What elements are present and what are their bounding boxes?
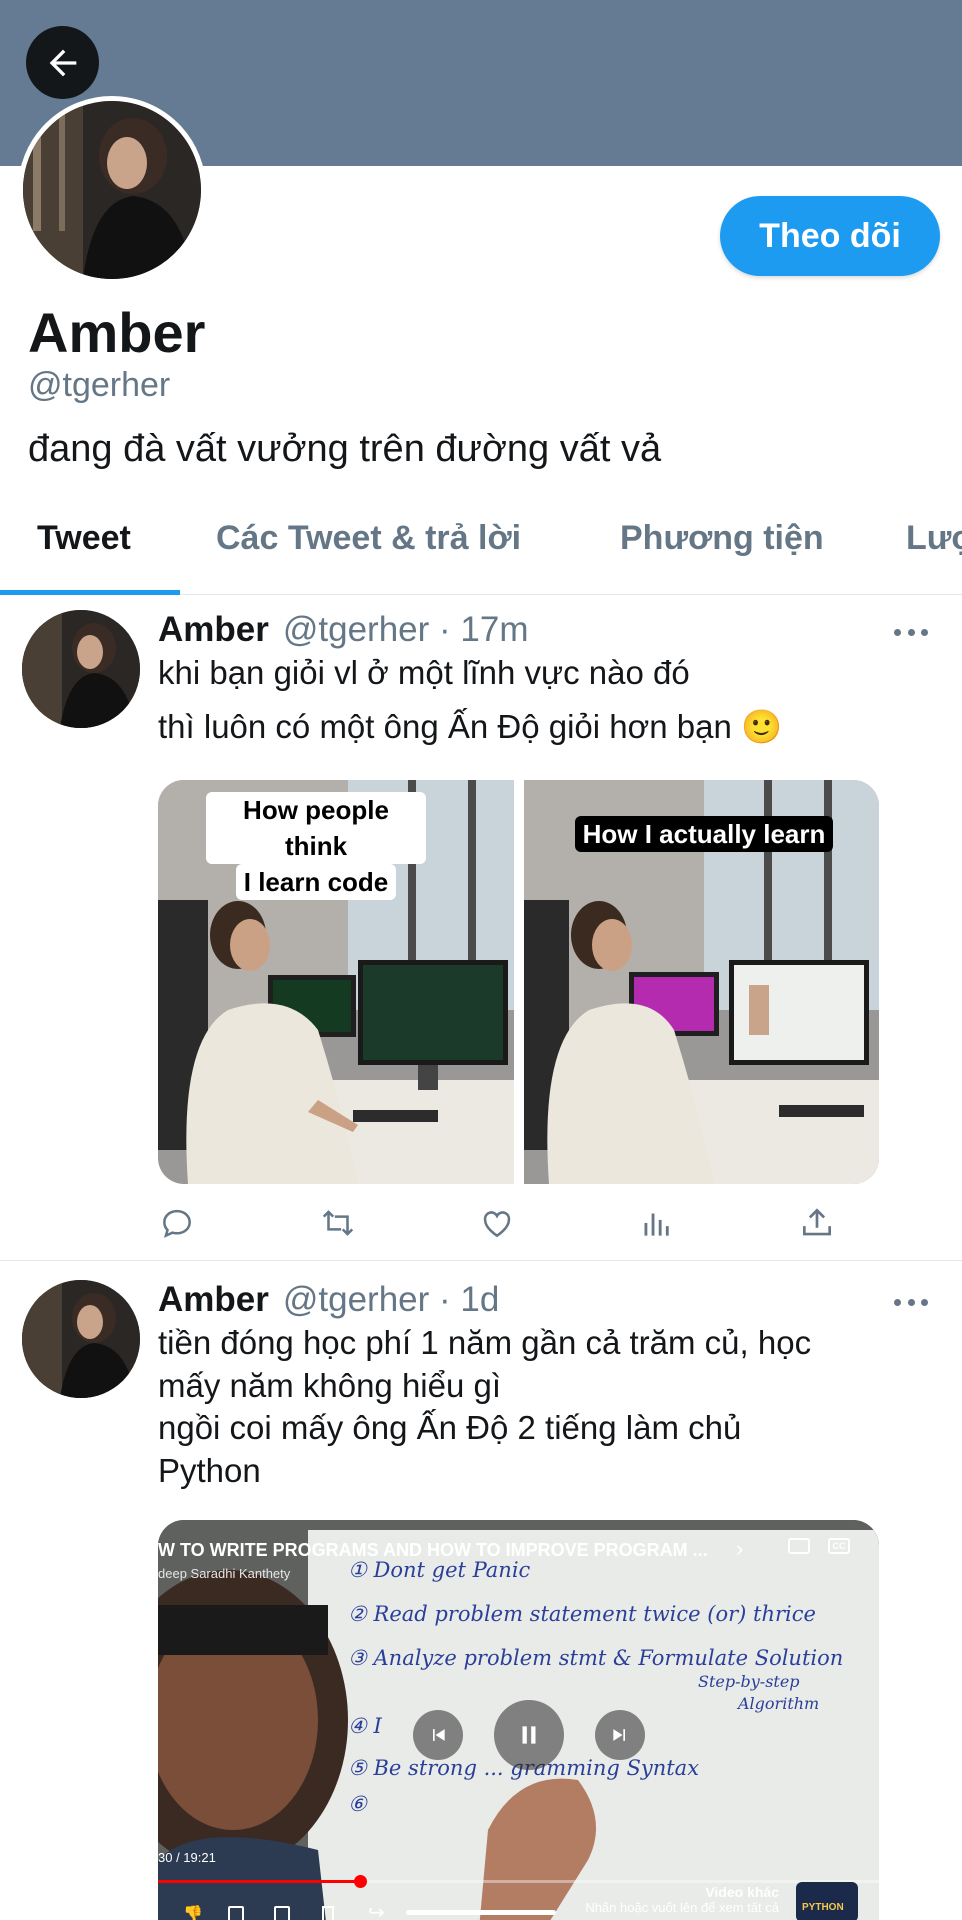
video-time: 30 / 19:21 xyxy=(158,1850,216,1865)
active-tab-indicator xyxy=(0,590,180,595)
board-line: ② Read problem statement twice (or) thri… xyxy=(348,1602,816,1626)
tweet-text-line: khi bạn giỏi vl ở một lĩnh vực nào đó xyxy=(158,654,690,691)
captions-icon[interactable]: CC xyxy=(828,1538,850,1554)
share-video-icon[interactable]: ↪ xyxy=(368,1900,385,1920)
board-line: ⑥ xyxy=(348,1792,367,1816)
home-indicator[interactable] xyxy=(406,1910,556,1915)
tab-tweets-and-replies[interactable]: Các Tweet & trả lời xyxy=(216,519,521,558)
tweet-text-line: tiền đóng học phí 1 năm gần cả trăm củ, … xyxy=(158,1324,812,1361)
like-icon[interactable] xyxy=(478,1204,518,1244)
media-image-right[interactable]: How I actually learn xyxy=(524,780,879,1184)
thumbnail-text: PYTHON xyxy=(802,1902,844,1913)
media-image-left[interactable]: How people think I learn code xyxy=(158,780,514,1184)
profile-handle: @tgerher xyxy=(28,366,171,404)
tweet-header: Amber @tgerher · 17m xyxy=(158,610,529,650)
board-line: ③ Analyze problem stmt & Formulate Solut… xyxy=(348,1646,844,1670)
tab-tweets[interactable]: Tweet xyxy=(37,519,131,558)
back-button[interactable] xyxy=(26,26,99,99)
media-caption-left: How people think I learn code xyxy=(206,792,426,900)
tab-likes[interactable]: Lượ xyxy=(906,519,962,558)
tweet-meta: @tgerher · 1d xyxy=(282,1280,500,1319)
more-options-icon[interactable] xyxy=(894,1296,928,1308)
retweet-icon[interactable] xyxy=(318,1204,358,1244)
profile-avatar[interactable] xyxy=(18,96,206,284)
board-line: ① Dont get Panic xyxy=(348,1558,531,1582)
tweet-divider xyxy=(0,1260,962,1261)
tweet-author-name[interactable]: Amber xyxy=(158,610,269,649)
video-channel[interactable]: deep Saradhi Kanthety xyxy=(158,1566,290,1581)
tweet-video[interactable]: ① Dont get Panic ② Read problem statemen… xyxy=(158,1520,879,1920)
playlist-icon[interactable] xyxy=(274,1906,290,1920)
caption-line: I learn code xyxy=(235,864,397,900)
tweet-item[interactable]: Amber @tgerher · 17m khi bạn giỏi vl ở mộ… xyxy=(0,596,962,1260)
tweet-author-name[interactable]: Amber xyxy=(158,1280,269,1319)
follow-button[interactable]: Theo dõi xyxy=(720,196,940,276)
video-title[interactable]: W TO WRITE PROGRAMS AND HOW TO IMPROVE P… xyxy=(158,1540,708,1561)
more-videos-thumbnail[interactable]: PYTHON xyxy=(796,1882,858,1920)
more-videos-hint: Nhấn hoặc vuốt lên để xem tất cả xyxy=(585,1900,779,1915)
caption-line: How people think xyxy=(206,792,426,864)
profile-bio: đang đà vất vưởng trên đường vất vả xyxy=(28,428,662,470)
profile-tabs: Tweet Các Tweet & trả lời Phương tiện Lư… xyxy=(0,505,962,595)
share-icon[interactable] xyxy=(798,1204,838,1244)
video-progress-handle[interactable] xyxy=(353,1875,367,1888)
tweet-text-line: ngồi coi mấy ông Ấn Độ 2 tiếng làm chủ xyxy=(158,1409,742,1446)
next-icon[interactable] xyxy=(595,1710,645,1760)
pause-icon[interactable] xyxy=(494,1700,564,1770)
tweet-text-line: mấy năm không hiểu gì xyxy=(158,1367,502,1404)
more-videos[interactable]: Video khác Nhấn hoặc vuốt lên để xem tất… xyxy=(585,1884,779,1915)
save-icon[interactable] xyxy=(322,1906,334,1920)
media-caption-right: How I actually learn xyxy=(554,816,854,852)
dislike-icon[interactable]: 👎 xyxy=(183,1904,203,1920)
avatar[interactable] xyxy=(22,1280,140,1398)
tweet-text-line: Python xyxy=(158,1452,261,1489)
board-line: Step-by-step xyxy=(698,1672,800,1691)
cast-icon[interactable] xyxy=(788,1538,810,1554)
previous-icon[interactable] xyxy=(413,1710,463,1760)
tweet-item[interactable]: Amber @tgerher · 1d tiền đóng học phí 1 n… xyxy=(0,1262,962,1920)
board-line: Algorithm xyxy=(738,1694,820,1713)
arrow-left-icon xyxy=(49,49,76,76)
caption-line: How I actually learn xyxy=(574,816,834,852)
more-options-icon[interactable] xyxy=(894,626,928,638)
profile-name: Amber xyxy=(28,301,206,364)
chevron-right-icon[interactable]: › xyxy=(736,1536,743,1562)
comments-icon[interactable] xyxy=(228,1906,244,1920)
tweet-header: Amber @tgerher · 1d xyxy=(158,1280,499,1320)
reply-icon[interactable] xyxy=(158,1204,198,1244)
board-line: ④ I xyxy=(348,1714,382,1738)
video-progress-fill xyxy=(158,1880,360,1883)
tweet-meta: @tgerher · 17m xyxy=(282,610,529,649)
tweet-text-line: thì luôn có một ông Ấn Độ giỏi hơn bạn 🙂 xyxy=(158,708,783,745)
tweet-actions xyxy=(158,1204,858,1244)
tweet-media-grid: How people think I learn code How I actu… xyxy=(158,780,879,1184)
avatar[interactable] xyxy=(22,610,140,728)
video-progress-track[interactable] xyxy=(158,1875,879,1888)
analytics-icon[interactable] xyxy=(638,1204,678,1244)
more-videos-label: Video khác xyxy=(705,1884,779,1900)
tab-media[interactable]: Phương tiện xyxy=(620,519,824,558)
